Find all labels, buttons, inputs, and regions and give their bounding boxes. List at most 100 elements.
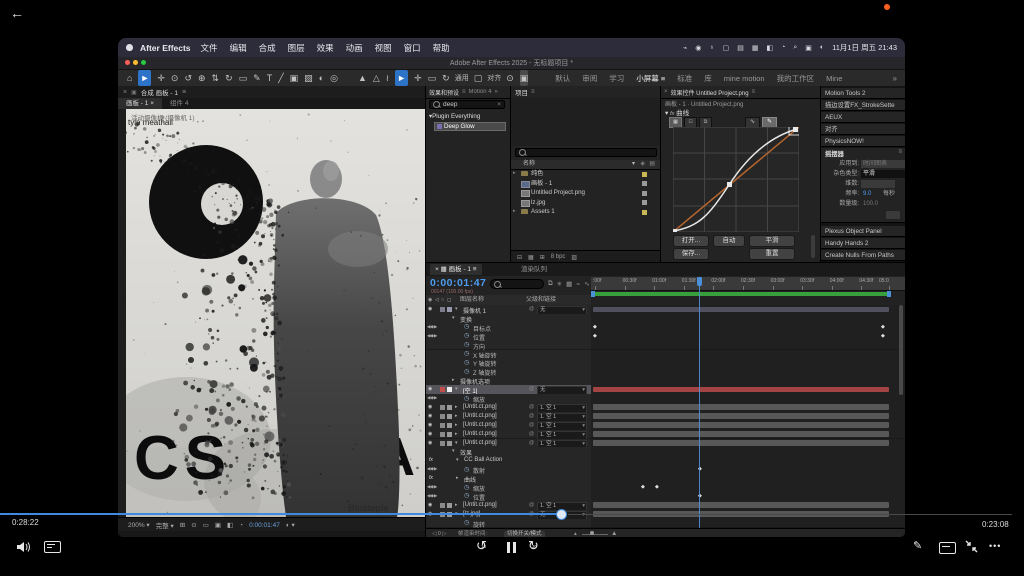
- workspace-tab-默认[interactable]: 默认: [555, 73, 570, 84]
- new-folder-icon[interactable]: ⊞: [540, 254, 545, 261]
- menu-item[interactable]: 帮助: [433, 42, 450, 54]
- label-color-chip[interactable]: [440, 432, 445, 437]
- menu-item[interactable]: 编辑: [230, 42, 247, 54]
- label-color-chip[interactable]: [440, 405, 445, 410]
- keyboard-status-icon[interactable]: ▤: [737, 44, 744, 52]
- pen-tool-icon[interactable]: ✎: [253, 70, 261, 86]
- label-color-chip[interactable]: [642, 200, 647, 205]
- workspace-tab-mine motion[interactable]: mine motion: [724, 74, 765, 83]
- wiggler-mag-value[interactable]: 100.0: [861, 200, 885, 208]
- effects-presets-tab[interactable]: 效果和预设: [429, 88, 459, 97]
- viewer-zoom-select[interactable]: 200% ▾: [128, 521, 150, 529]
- more-options-icon[interactable]: •••: [989, 541, 1001, 551]
- type-tool-icon[interactable]: T: [267, 70, 273, 86]
- expand-icon[interactable]: ▾: [456, 457, 459, 463]
- menubar-clock[interactable]: 11月1日 周五 21:43: [832, 42, 897, 53]
- panel-menu-icon[interactable]: ≡: [462, 89, 466, 95]
- stopwatch-icon[interactable]: ◷: [464, 368, 469, 375]
- layer-visibility-icon[interactable]: ◉: [428, 422, 432, 428]
- expand-icon[interactable]: ▾: [455, 440, 458, 446]
- effect-controls-tab[interactable]: 效果控件 Untitled Project.png: [671, 88, 749, 97]
- zoom-tool-icon[interactable]: ⊙: [171, 70, 179, 86]
- curves-smooth-button[interactable]: 平滑: [749, 235, 795, 247]
- clear-search-icon[interactable]: ×: [497, 101, 501, 108]
- timeline-scrollbar[interactable]: [899, 305, 903, 395]
- parent-pickwhip-icon[interactable]: @: [529, 306, 534, 312]
- switcher-status-icon[interactable]: ◐: [820, 44, 824, 52]
- project-item-row[interactable]: ▸Assets 1: [511, 207, 661, 217]
- script-panel-Handy Hands 2[interactable]: Handy Hands 2: [821, 238, 905, 249]
- exposure-icon[interactable]: ◐ ▾: [286, 521, 295, 529]
- pan-tool-icon[interactable]: ⊕: [198, 70, 206, 86]
- layer-duration-bar[interactable]: [593, 413, 889, 419]
- composition-viewer[interactable]: CS A tyle meathail Blusteple 活动摄像机 (摄像机 …: [126, 109, 425, 517]
- parent-link-header[interactable]: 父级和链接: [526, 295, 556, 305]
- align-option-label[interactable]: 对齐: [487, 73, 501, 83]
- keyframe-nav-icons[interactable]: ◀◆▶: [427, 333, 437, 339]
- parent-pickwhip-icon[interactable]: @: [529, 404, 534, 410]
- menu-item[interactable]: 合成: [259, 42, 276, 54]
- label-color-chip[interactable]: [440, 307, 445, 312]
- seek-bar-progress[interactable]: [0, 513, 560, 515]
- layer-visibility-icon[interactable]: ◉: [428, 413, 432, 419]
- stopwatch-icon[interactable]: ◷: [464, 359, 469, 366]
- comp-tab-active[interactable]: 画板 - 1 ×: [118, 98, 162, 109]
- stopwatch-icon[interactable]: ◷: [464, 519, 469, 526]
- pause-button[interactable]: [505, 540, 517, 558]
- wiggler-dims-select[interactable]: [861, 180, 895, 188]
- stopwatch-icon[interactable]: ◷: [464, 341, 469, 348]
- project-search-input[interactable]: [515, 148, 657, 157]
- script-panel-Create Nulls From Paths[interactable]: Create Nulls From Paths: [821, 250, 905, 261]
- expand-icon[interactable]: ▾: [455, 386, 458, 392]
- parent-pickwhip-icon[interactable]: @: [529, 422, 534, 428]
- label-color-chip[interactable]: [642, 191, 647, 196]
- time-ruler[interactable]: :00f00:30f01:00f01:30f02:00f02:30f03:00f…: [591, 277, 905, 291]
- expand-icon[interactable]: ▸: [455, 431, 458, 437]
- panel-lock-icon[interactable]: ▣: [131, 89, 137, 96]
- layer-duration-bar[interactable]: [593, 502, 889, 508]
- window-status-icon[interactable]: ⌕: [793, 44, 797, 52]
- workspace-tab-库[interactable]: 库: [704, 73, 712, 84]
- wiggler-apply-button[interactable]: [885, 210, 901, 220]
- label-color-chip[interactable]: [440, 503, 445, 508]
- keyframe-icon[interactable]: ◆: [655, 484, 659, 490]
- render-queue-tab[interactable]: 渲染队列: [521, 264, 547, 275]
- layer-visibility-icon[interactable]: ◉: [428, 386, 432, 392]
- display-status-icon[interactable]: ▢: [723, 44, 730, 52]
- orbit-tool-icon[interactable]: ↺: [184, 70, 192, 86]
- keyframe-nav-icons[interactable]: ◀◆▶: [427, 466, 437, 472]
- wifi-status-icon[interactable]: ◧: [766, 44, 773, 52]
- work-area-start-handle[interactable]: [591, 291, 595, 297]
- forward-30-button[interactable]: ↻30: [528, 537, 539, 555]
- back-icon[interactable]: ←: [10, 5, 24, 21]
- script-panel-PhysicsNOW![interactable]: PhysicsNOW!: [821, 136, 905, 147]
- bounds-option-icon[interactable]: ▢: [474, 70, 483, 86]
- layer-duration-bar[interactable]: [593, 387, 889, 393]
- panel-menu-icon[interactable]: ≡: [182, 89, 186, 96]
- expand-icon[interactable]: ▸: [456, 475, 459, 481]
- label-color-chip[interactable]: [440, 441, 445, 446]
- network-status-icon[interactable]: ⌁: [683, 44, 687, 52]
- zoom-out-mountain-icon[interactable]: ▴: [574, 529, 577, 537]
- volume-icon[interactable]: [17, 540, 31, 558]
- region-icon[interactable]: ▭: [203, 521, 209, 529]
- expand-icon[interactable]: ▾: [452, 315, 455, 321]
- clock-status-icon[interactable]: ◔: [781, 44, 785, 52]
- timeline-search-input[interactable]: [490, 279, 544, 289]
- workspace-tab-标准[interactable]: 标准: [677, 73, 692, 84]
- shrink-icon[interactable]: [965, 540, 978, 558]
- keyframe-icon[interactable]: ◆: [881, 333, 885, 339]
- label-color-chip[interactable]: [642, 172, 647, 177]
- motion4-tab[interactable]: Motion 4: [469, 89, 492, 95]
- panel-menu-icon[interactable]: ≡: [531, 89, 535, 95]
- cursor-tool-icon[interactable]: ►: [395, 70, 408, 86]
- wiggler-freq-value[interactable]: 9.0: [861, 190, 879, 198]
- label-color-chip[interactable]: [642, 210, 647, 215]
- target-option-icon[interactable]: ⊙: [506, 70, 514, 86]
- comp-tab-inactive[interactable]: 组件 4: [162, 98, 196, 109]
- wiggler-noise-select[interactable]: 平滑: [861, 170, 905, 178]
- layer-visibility-icon[interactable]: ◉: [428, 502, 432, 508]
- curves-effect-header[interactable]: ▾ fx 曲线: [665, 107, 689, 117]
- draft3d-icon[interactable]: ✳: [557, 280, 562, 288]
- kf-nav-counter[interactable]: ◁ 0 ▷: [432, 529, 447, 537]
